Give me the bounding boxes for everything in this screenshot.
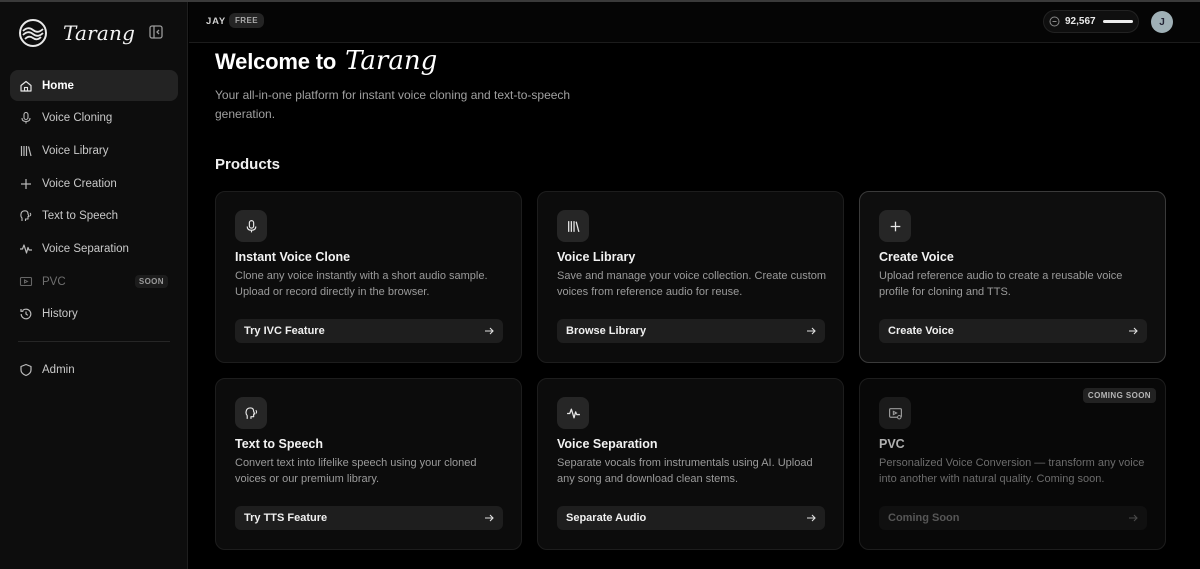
plus-icon <box>21 178 31 189</box>
welcome-brand: Tarang <box>345 46 438 76</box>
brand-name: Tarang <box>63 21 136 45</box>
try-ivc-button[interactable]: Try IVC Feature <box>235 319 503 343</box>
button-label: Create Voice <box>888 325 954 337</box>
shield-icon <box>20 364 32 377</box>
history-icon <box>20 308 32 320</box>
sidebar-item-label: Voice Library <box>42 144 109 157</box>
speaking-head-icon <box>244 406 257 419</box>
sidebar-item-label: Text to Speech <box>42 210 119 223</box>
card-description: Save and manage your voice collection. C… <box>557 270 827 298</box>
arrow-right-icon <box>807 514 816 522</box>
browse-library-button[interactable]: Browse Library <box>557 319 825 343</box>
sidebar-item-voice-cloning[interactable]: Voice Cloning <box>10 103 178 134</box>
credits-value: 92,567 <box>1065 16 1096 27</box>
button-label: Try TTS Feature <box>244 512 328 524</box>
product-card-voice-separation: Voice Separation Separate vocals from in… <box>537 378 844 550</box>
sidebar-divider <box>18 340 170 342</box>
sidebar-item-home[interactable]: Home <box>10 70 178 101</box>
sidebar-item-admin[interactable]: Admin <box>10 355 178 386</box>
sidebar: Tarang Home Voice Cloning Voice Library … <box>0 2 188 569</box>
separate-audio-button[interactable]: Separate Audio <box>557 506 825 530</box>
card-description: Clone any voice instantly with a short a… <box>235 270 488 298</box>
arrow-right-icon <box>485 514 494 522</box>
sidebar-item-voice-library[interactable]: Voice Library <box>10 135 178 166</box>
soon-badge: SOON <box>134 275 168 289</box>
create-voice-button[interactable]: Create Voice <box>879 319 1147 343</box>
screen-settings-icon <box>19 276 33 286</box>
sidebar-item-voice-separation[interactable]: Voice Separation <box>10 233 178 264</box>
card-description: Separate vocals from instrumentals using… <box>557 457 813 485</box>
product-card-text-to-speech: Text to Speech Convert text into lifelik… <box>215 378 522 550</box>
arrow-right-icon <box>485 327 494 335</box>
card-icon-container <box>557 397 589 429</box>
card-icon-container <box>879 210 911 242</box>
sidebar-item-label: Voice Cloning <box>42 112 113 125</box>
avatar[interactable]: J <box>1151 11 1173 33</box>
try-tts-button[interactable]: Try TTS Feature <box>235 506 503 530</box>
topbar: JAY FREE 92,567 J <box>189 2 1200 43</box>
sidebar-item-label: PVC <box>42 275 66 288</box>
card-description: Convert text into lifelike speech using … <box>235 457 477 485</box>
sidebar-collapse-icon[interactable] <box>148 24 164 40</box>
button-label: Separate Audio <box>566 512 647 524</box>
credits-bar <box>1102 20 1133 23</box>
card-title: Instant Voice Clone <box>235 250 351 264</box>
library-icon <box>20 145 32 157</box>
sidebar-item-text-to-speech[interactable]: Text to Speech <box>10 201 178 232</box>
card-title: Voice Separation <box>557 437 658 451</box>
library-icon <box>567 220 579 232</box>
section-title-products: Products <box>215 156 281 173</box>
brand[interactable]: Tarang <box>18 17 135 49</box>
sidebar-nav: Home Voice Cloning Voice Library Voice C… <box>10 70 178 388</box>
waveform-icon <box>20 244 32 254</box>
sidebar-item-pvc: PVC SOON <box>10 266 178 297</box>
sidebar-item-label: Voice Separation <box>42 242 129 255</box>
welcome-text: Welcome to <box>215 49 337 74</box>
card-title: PVC <box>879 437 905 451</box>
product-card-instant-voice-clone: Instant Voice Clone Clone any voice inst… <box>215 191 522 363</box>
card-description: Personalized Voice Conversion — transfor… <box>879 457 1145 485</box>
button-label: Coming Soon <box>888 512 960 524</box>
home-icon <box>20 80 32 92</box>
plus-icon <box>890 221 900 231</box>
coming-soon-badge: COMING SOON <box>1082 388 1156 403</box>
button-label: Browse Library <box>566 325 647 337</box>
page-subtitle: Your all-in-one platform for instant voi… <box>215 88 571 121</box>
sidebar-item-voice-creation[interactable]: Voice Creation <box>10 168 178 199</box>
card-icon-container <box>879 397 911 429</box>
sidebar-item-history[interactable]: History <box>10 299 178 330</box>
sidebar-item-label: Voice Creation <box>42 177 117 190</box>
card-icon-container <box>235 397 267 429</box>
card-title: Text to Speech <box>235 437 323 451</box>
user-name: JAY <box>206 16 227 27</box>
button-label: Try IVC Feature <box>244 325 325 337</box>
plan-badge: FREE <box>229 13 264 28</box>
microphone-icon <box>21 112 31 124</box>
speaking-head-icon <box>20 210 32 222</box>
waveform-icon <box>566 408 580 418</box>
arrow-right-icon <box>1129 327 1138 335</box>
coming-soon-button: Coming Soon <box>879 506 1147 530</box>
card-description: Upload reference audio to create a reusa… <box>879 270 1123 298</box>
credits-indicator[interactable]: 92,567 <box>1043 10 1139 33</box>
product-card-voice-library: Voice Library Save and manage your voice… <box>537 191 844 363</box>
sidebar-item-label: History <box>42 308 78 321</box>
card-icon-container <box>235 210 267 242</box>
card-title: Voice Library <box>557 250 636 264</box>
arrow-right-icon <box>1129 514 1138 522</box>
page-title: Welcome to Tarang <box>215 46 437 76</box>
credits-coin-icon <box>1049 16 1060 27</box>
card-title: Create Voice <box>879 250 954 264</box>
sidebar-item-label: Admin <box>42 364 75 377</box>
tarang-logo-icon <box>19 19 47 47</box>
card-icon-container <box>557 210 589 242</box>
sidebar-item-label: Home <box>42 79 74 92</box>
microphone-icon <box>246 219 256 232</box>
product-card-create-voice: Create Voice Upload reference audio to c… <box>859 191 1166 363</box>
screen-settings-icon <box>888 407 902 419</box>
arrow-right-icon <box>807 327 816 335</box>
product-card-pvc: COMING SOON PVC Personalized Voice Conve… <box>859 378 1166 550</box>
